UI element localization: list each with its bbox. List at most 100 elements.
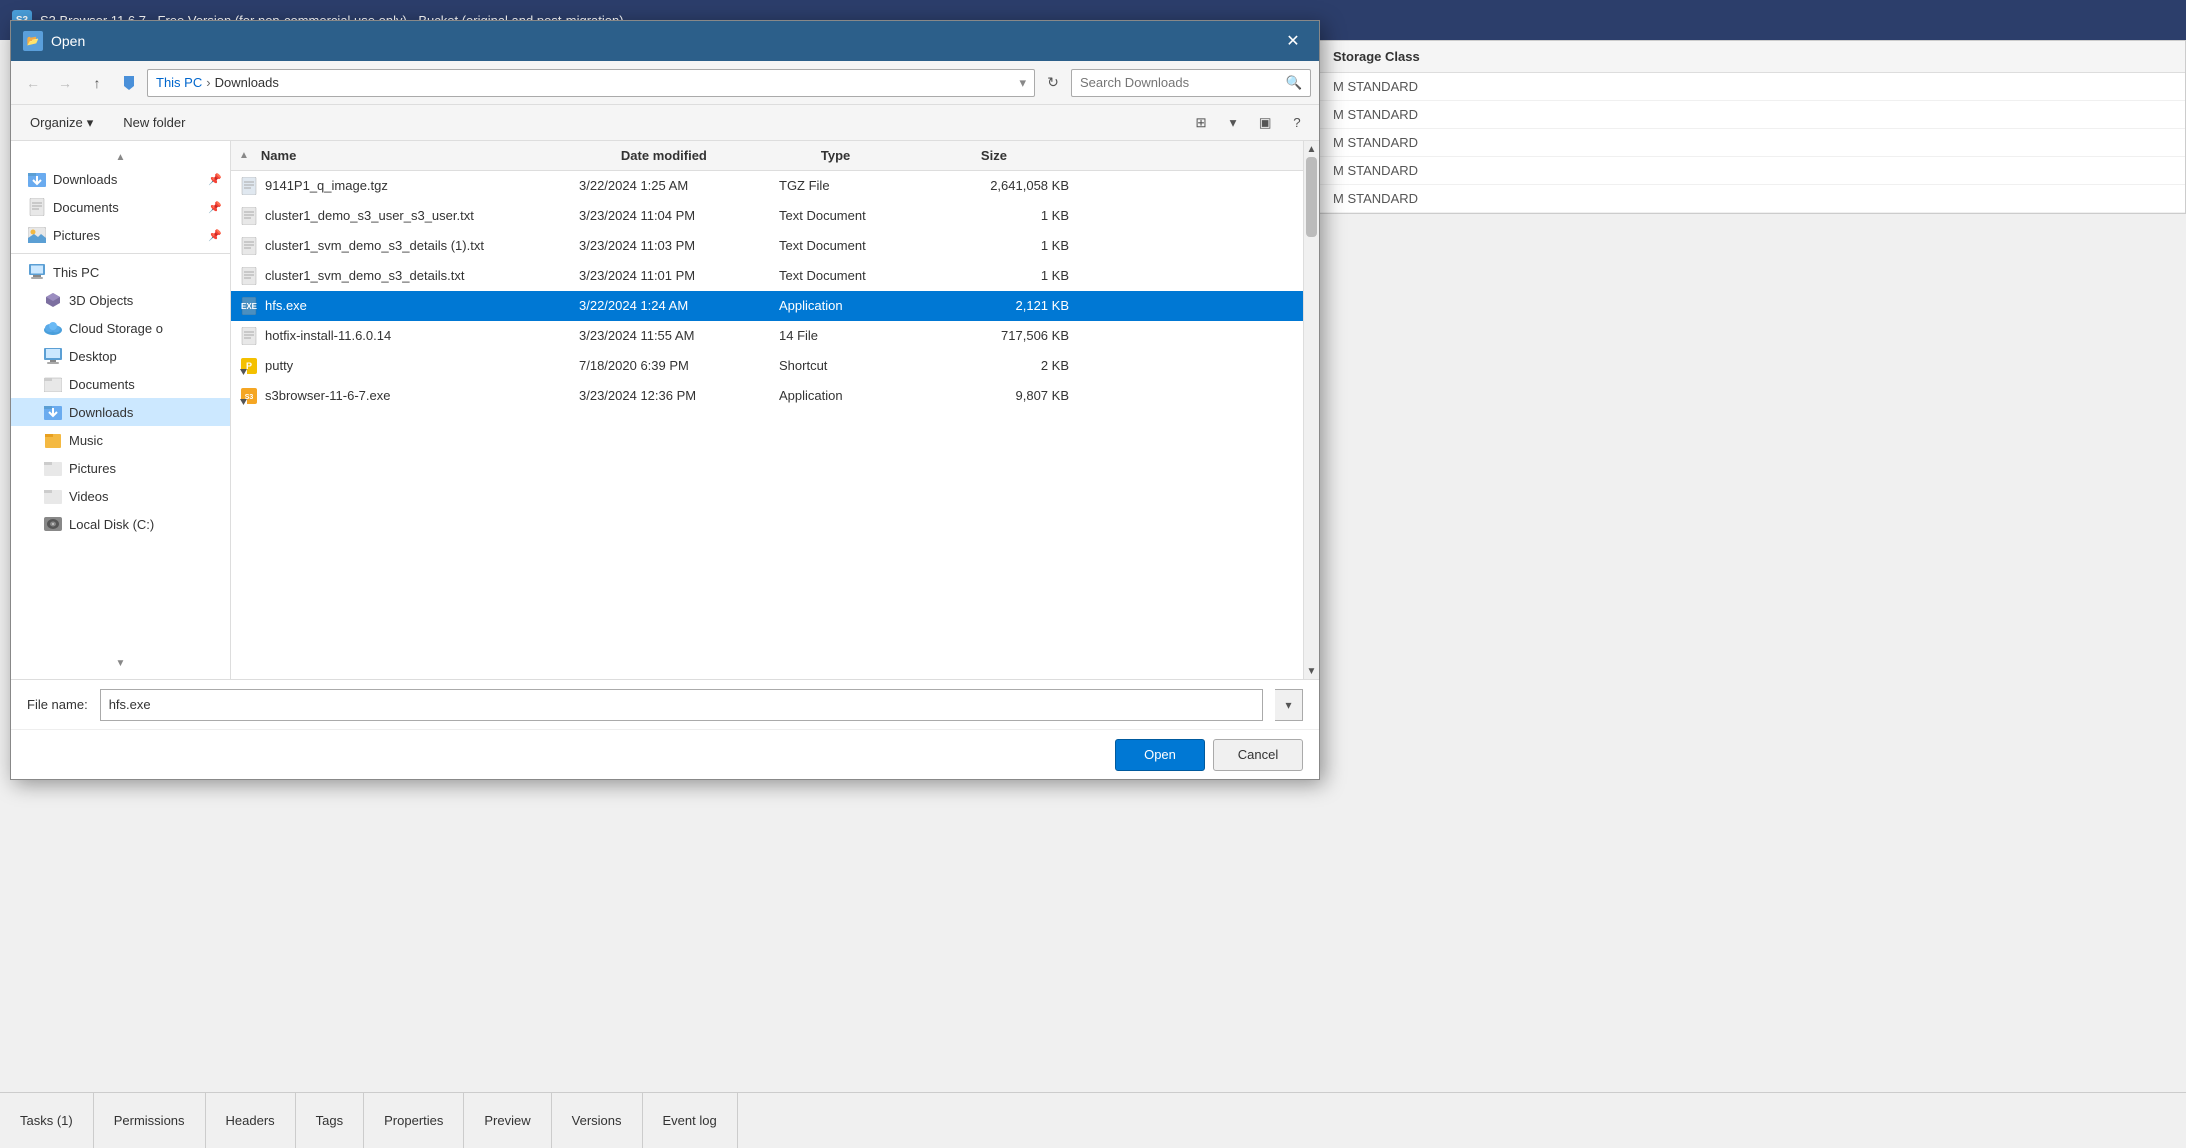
col-header-type[interactable]: Type bbox=[817, 148, 977, 163]
file-row[interactable]: cluster1_svm_demo_s3_details.txt 3/23/20… bbox=[231, 261, 1303, 291]
scroll-track[interactable] bbox=[1304, 157, 1319, 663]
nav-pictures-quick-icon bbox=[27, 225, 47, 245]
nav-downloads-quick-label: Downloads bbox=[53, 172, 204, 187]
file-date-2: 3/23/2024 11:03 PM bbox=[579, 238, 779, 253]
file-type-0: TGZ File bbox=[779, 178, 939, 193]
file-type-1: Text Document bbox=[779, 208, 939, 223]
filename-bar: File name: ▾ bbox=[11, 679, 1319, 729]
file-list-scrollbar[interactable]: ▲ ▼ bbox=[1303, 141, 1319, 679]
file-cell-name: cluster1_svm_demo_s3_details (1).txt bbox=[239, 236, 579, 256]
file-rows: 9141P1_q_image.tgz 3/22/2024 1:25 AM TGZ… bbox=[231, 171, 1303, 679]
file-size-7: 9,807 KB bbox=[939, 388, 1069, 403]
file-type-6: Shortcut bbox=[779, 358, 939, 373]
organize-button[interactable]: Organize ▾ bbox=[19, 109, 104, 137]
breadcrumb-this-pc[interactable]: This PC bbox=[156, 75, 202, 90]
scroll-up-arrow[interactable]: ▲ bbox=[1304, 141, 1319, 157]
cancel-button[interactable]: Cancel bbox=[1213, 739, 1303, 771]
nav-item-pictures-quick[interactable]: Pictures 📌 bbox=[11, 221, 230, 249]
scroll-down[interactable]: ▼ bbox=[11, 655, 230, 671]
file-date-5: 3/23/2024 11:55 AM bbox=[579, 328, 779, 343]
nav-item-downloads-quick[interactable]: Downloads 📌 bbox=[11, 165, 230, 193]
breadcrumb-dropdown[interactable]: ▾ bbox=[1019, 75, 1026, 91]
file-size-5: 717,506 KB bbox=[939, 328, 1069, 343]
nav-3d-label: 3D Objects bbox=[69, 293, 222, 308]
file-size-4: 2,121 KB bbox=[939, 298, 1069, 313]
up-button[interactable]: ↑ bbox=[83, 69, 111, 97]
nav-item-downloads[interactable]: Downloads bbox=[11, 398, 230, 426]
nav-pane: ▲ Downloads 📌 Documents 📌 bbox=[11, 141, 231, 679]
taskbar-tab-eventlog[interactable]: Event log bbox=[643, 1093, 738, 1148]
back-button[interactable]: ← bbox=[19, 69, 47, 97]
open-button[interactable]: Open bbox=[1115, 739, 1205, 771]
file-date-4: 3/22/2024 1:24 AM bbox=[579, 298, 779, 313]
file-size-3: 1 KB bbox=[939, 268, 1069, 283]
file-row-hfs[interactable]: EXE hfs.exe 3/22/2024 1:24 AM Applicatio… bbox=[231, 291, 1303, 321]
filename-dropdown-button[interactable]: ▾ bbox=[1275, 689, 1303, 721]
file-row[interactable]: hotfix-install-11.6.0.14 3/23/2024 11:55… bbox=[231, 321, 1303, 351]
taskbar-tab-preview[interactable]: Preview bbox=[464, 1093, 551, 1148]
file-row[interactable]: 9141P1_q_image.tgz 3/22/2024 1:25 AM TGZ… bbox=[231, 171, 1303, 201]
file-type-5: 14 File bbox=[779, 328, 939, 343]
nav-item-videos[interactable]: Videos bbox=[11, 482, 230, 510]
nav-documents-icon bbox=[43, 374, 63, 394]
file-row[interactable]: S3 s3browser-11-6-7.exe 3/23/2024 12:36 … bbox=[231, 381, 1303, 411]
preview-pane-button[interactable]: ▣ bbox=[1251, 109, 1279, 137]
scroll-down-arrow[interactable]: ▼ bbox=[1304, 663, 1319, 679]
scroll-up[interactable]: ▲ bbox=[11, 149, 230, 165]
forward-button[interactable]: → bbox=[51, 69, 79, 97]
storage-class-row: M STANDARD bbox=[1317, 185, 2185, 213]
file-cell-name: P putty bbox=[239, 356, 579, 376]
nav-item-documents-quick[interactable]: Documents 📌 bbox=[11, 193, 230, 221]
recent-locations-button[interactable] bbox=[115, 69, 143, 97]
col-header-size[interactable]: Size bbox=[977, 148, 1107, 163]
new-folder-button[interactable]: New folder bbox=[112, 109, 196, 137]
file-cell-name: S3 s3browser-11-6-7.exe bbox=[239, 386, 579, 406]
nav-item-documents[interactable]: Documents bbox=[11, 370, 230, 398]
col-header-date[interactable]: Date modified bbox=[617, 148, 817, 163]
file-row[interactable]: cluster1_svm_demo_s3_details (1).txt 3/2… bbox=[231, 231, 1303, 261]
nav-item-local-disk[interactable]: Local Disk (C:) bbox=[11, 510, 230, 538]
nav-item-pictures[interactable]: Pictures bbox=[11, 454, 230, 482]
nav-downloads-label: Downloads bbox=[69, 405, 222, 420]
dialog-buttons: Open Cancel bbox=[11, 729, 1319, 779]
breadcrumb-separator: › bbox=[206, 75, 210, 90]
filename-input[interactable] bbox=[100, 689, 1263, 721]
refresh-button[interactable]: ↻ bbox=[1039, 69, 1067, 97]
search-button[interactable]: 🔍 bbox=[1282, 71, 1306, 95]
col-header-name[interactable]: Name bbox=[257, 148, 617, 163]
taskbar-tab-versions[interactable]: Versions bbox=[552, 1093, 643, 1148]
taskbar-tab-properties[interactable]: Properties bbox=[364, 1093, 464, 1148]
taskbar-tab-tags[interactable]: Tags bbox=[296, 1093, 364, 1148]
dialog-titlebar: 📂 Open ✕ bbox=[11, 21, 1319, 61]
nav-item-this-pc[interactable]: This PC bbox=[11, 258, 230, 286]
taskbar-tab-headers[interactable]: Headers bbox=[206, 1093, 296, 1148]
address-bar: ← → ↑ This PC › Downloads ▾ ↻ 🔍 bbox=[11, 61, 1319, 105]
view-button[interactable]: ⊞ bbox=[1187, 109, 1215, 137]
file-date-6: 7/18/2020 6:39 PM bbox=[579, 358, 779, 373]
file-row[interactable]: P putty 7/18/2020 6:39 PM Shortcut 2 KB bbox=[231, 351, 1303, 381]
scroll-thumb[interactable] bbox=[1306, 157, 1317, 237]
nav-item-desktop[interactable]: Desktop bbox=[11, 342, 230, 370]
nav-item-music[interactable]: Music bbox=[11, 426, 230, 454]
nav-documents-label: Documents bbox=[69, 377, 222, 392]
file-list-container: ▲ Name Date modified Type Size 9141 bbox=[231, 141, 1319, 679]
file-row[interactable]: cluster1_demo_s3_user_s3_user.txt 3/23/2… bbox=[231, 201, 1303, 231]
help-button[interactable]: ? bbox=[1283, 109, 1311, 137]
nav-pictures-icon bbox=[43, 458, 63, 478]
nav-this-pc-label: This PC bbox=[53, 265, 222, 280]
nav-item-cloud-storage[interactable]: Cloud Storage o bbox=[11, 314, 230, 342]
file-icon-hfs: EXE bbox=[239, 296, 259, 316]
storage-class-row: M STANDARD bbox=[1317, 129, 2185, 157]
nav-3d-icon bbox=[43, 290, 63, 310]
view-dropdown-button[interactable]: ▾ bbox=[1219, 109, 1247, 137]
search-input[interactable] bbox=[1080, 75, 1282, 90]
nav-music-label: Music bbox=[69, 433, 222, 448]
nav-local-disk-label: Local Disk (C:) bbox=[69, 517, 222, 532]
pin-icon-downloads: 📌 bbox=[208, 173, 222, 186]
dialog-close-button[interactable]: ✕ bbox=[1279, 27, 1307, 55]
taskbar-tab-permissions[interactable]: Permissions bbox=[94, 1093, 206, 1148]
nav-videos-icon bbox=[43, 486, 63, 506]
dialog-content: ▲ Downloads 📌 Documents 📌 bbox=[11, 141, 1319, 679]
taskbar-tab-tasks[interactable]: Tasks (1) bbox=[0, 1093, 94, 1148]
nav-item-3d-objects[interactable]: 3D Objects bbox=[11, 286, 230, 314]
